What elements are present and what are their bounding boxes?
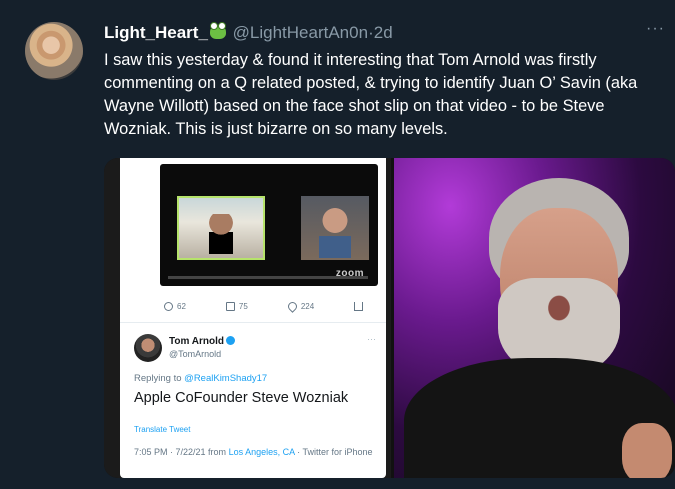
like-count-value: 224	[300, 302, 315, 311]
retweet-count: 75	[225, 302, 248, 311]
embedded-tweet-card: zoom 62 75 224 Tom Arnold @TomArnold ···…	[120, 158, 386, 478]
screenshot-image[interactable]: zoom 62 75 224 Tom Arnold @TomArnold ···…	[104, 158, 391, 478]
replying-prefix: Replying to	[134, 373, 182, 384]
frog-icon	[209, 22, 226, 39]
wozniak-photo[interactable]	[394, 158, 675, 478]
timestamp[interactable]: 2d	[374, 23, 393, 42]
reply-count: 62	[164, 302, 186, 311]
embedded-meta: 7:05 PM · 7/22/21 from Los Angeles, CA ·…	[134, 446, 378, 458]
share-icon	[354, 302, 364, 311]
participant-figure	[209, 214, 233, 254]
video-progress-bar	[168, 276, 368, 279]
embedded-action-bar: 62 75 224	[164, 300, 364, 313]
embedded-location: Los Angeles, CA	[228, 447, 295, 457]
embedded-timestamp: 7:05 PM · 7/22/21 from	[134, 447, 227, 457]
replying-mention: @RealKimShady17	[184, 373, 268, 384]
embedded-tweet-text: Apple CoFounder Steve Wozniak	[134, 390, 349, 406]
reply-count-value: 62	[177, 302, 186, 311]
embedded-author-name-text: Tom Arnold	[169, 336, 224, 347]
tweet-media[interactable]: zoom 62 75 224 Tom Arnold @TomArnold ···…	[104, 158, 675, 478]
photo-hand	[622, 423, 672, 478]
reply-icon	[164, 302, 173, 311]
retweet-icon	[225, 302, 235, 311]
display-name[interactable]: Light_Heart_	[104, 23, 208, 42]
embedded-source: · Twitter for iPhone	[297, 447, 373, 457]
tweet-header: Light_Heart_ @LightHeartAn0n·2d	[104, 22, 393, 43]
replying-to: Replying to @RealKimShady17	[134, 373, 267, 384]
video-participant-frame	[301, 196, 369, 260]
share	[354, 302, 364, 311]
participant-figure	[319, 208, 351, 258]
like-count: 224	[285, 300, 315, 313]
tweet: Light_Heart_ @LightHeartAn0n·2d ··· I sa…	[0, 0, 675, 489]
video-participant-frame	[177, 196, 265, 260]
embedded-author-name: Tom Arnold	[169, 336, 235, 347]
retweet-count-value: 75	[238, 302, 248, 311]
verified-icon	[226, 336, 235, 345]
embedded-author-handle: @TomArnold	[169, 349, 222, 359]
more-options-icon[interactable]: ···	[646, 20, 665, 38]
user-handle[interactable]: @LightHeartAn0n	[233, 23, 368, 42]
embedded-more-icon: ···	[367, 334, 376, 344]
tweet-text: I saw this yesterday & found it interest…	[104, 51, 638, 138]
divider	[120, 322, 386, 323]
avatar[interactable]	[25, 22, 83, 80]
heart-icon	[285, 300, 299, 313]
zoom-video: zoom	[160, 164, 378, 286]
translate-link: Translate Tweet	[134, 425, 191, 434]
embedded-avatar	[134, 334, 162, 362]
